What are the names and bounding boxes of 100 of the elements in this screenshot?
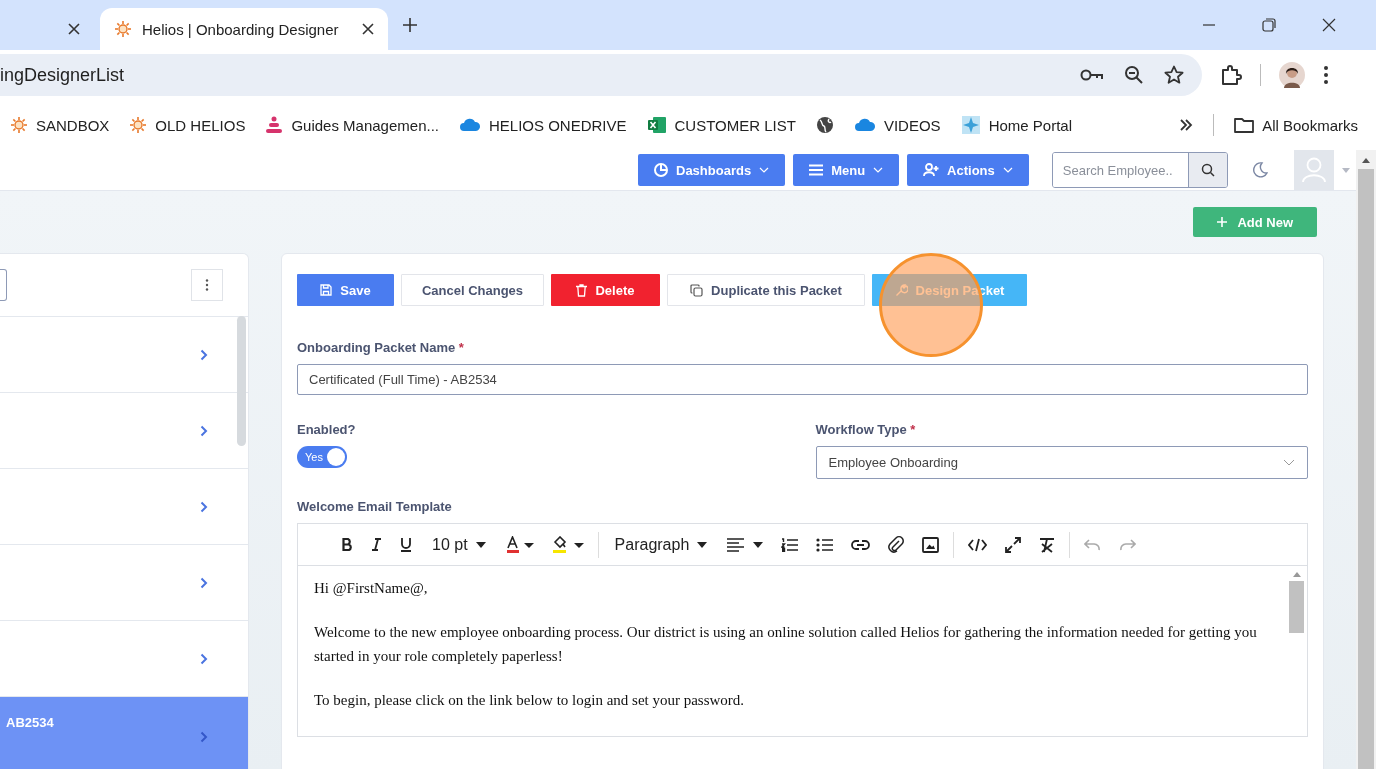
underline-icon <box>400 537 412 552</box>
dots-icon <box>265 116 284 134</box>
filter-field[interactable] <box>0 269 7 301</box>
bookmark[interactable]: HELIOS ONEDRIVE <box>459 116 627 134</box>
email-paragraph: Welcome to the new employee onboarding process. Our district is using an online solution called Helios for gathering the information needed for getting you started in your role completely paperless! <box>314 623 1258 666</box>
scrollbar[interactable] <box>1356 150 1376 769</box>
chevron-right-icon <box>200 576 208 589</box>
user-icon <box>1301 157 1326 183</box>
wrench-icon <box>894 283 908 297</box>
bookmark-label: SANDBOX <box>36 116 110 134</box>
bookmark[interactable]: Home Portal <box>960 115 1072 135</box>
close-icon[interactable] <box>362 23 374 35</box>
chevron-down-icon <box>759 167 770 173</box>
close-icon[interactable] <box>68 23 80 35</box>
scrollbar[interactable] <box>237 316 246 446</box>
bold-icon <box>342 538 353 551</box>
more-icon[interactable] <box>1323 65 1329 85</box>
action-button[interactable]: Cancel Changes <box>401 274 544 306</box>
redo-icon <box>1119 538 1137 551</box>
caret-icon <box>697 541 708 548</box>
restore-icon[interactable] <box>1262 18 1276 32</box>
enabled-toggle[interactable]: Yes <box>297 446 347 468</box>
code-icon <box>968 537 988 552</box>
bookmark[interactable]: SANDBOX <box>10 116 110 134</box>
field-label: Onboarding Packet Name * <box>297 340 465 355</box>
plus-icon <box>1217 217 1228 227</box>
folder-icon <box>1234 117 1255 133</box>
zoom-icon[interactable] <box>1124 65 1144 85</box>
bullet-list-icon <box>816 537 834 552</box>
close-icon[interactable] <box>1322 18 1336 32</box>
scroll-up-icon <box>1292 572 1301 577</box>
search-field[interactable]: Search Employee.. <box>1051 152 1228 188</box>
more-icon <box>205 279 209 291</box>
block-format-dropdown[interactable]: Paragraph <box>604 528 718 561</box>
italic-icon <box>371 538 382 551</box>
chevron-down-icon <box>873 167 884 173</box>
cloud-icon <box>853 118 876 132</box>
bookmark[interactable]: CUSTOMER LIST <box>646 116 796 134</box>
chevron-right-icon <box>200 424 208 437</box>
action-button[interactable]: Duplicate this Packet <box>667 274 865 306</box>
key-icon[interactable] <box>1080 68 1104 82</box>
search-button[interactable] <box>1187 153 1227 187</box>
expand-icon <box>1005 536 1022 553</box>
puzzle-icon[interactable] <box>1220 64 1242 86</box>
paperclip-icon <box>888 536 905 553</box>
field-label: Enabled? <box>297 422 357 437</box>
bookmark-label: All Bookmarks <box>1262 116 1358 134</box>
spreadsheet-icon <box>646 116 667 134</box>
chevrons-icon[interactable] <box>1179 119 1194 131</box>
chevron-right-icon <box>200 652 208 665</box>
field-label: Welcome Email Template <box>297 499 453 514</box>
search-icon <box>1200 163 1215 177</box>
cloud-icon <box>459 118 481 132</box>
image-icon <box>922 536 940 553</box>
bookmark-label: VIDEOS <box>883 116 941 134</box>
bookmark[interactable] <box>815 116 834 134</box>
numbered-list-icon <box>781 537 799 552</box>
caret-icon <box>475 541 486 548</box>
chevron-right-icon <box>200 500 208 513</box>
globe-icon <box>815 116 834 134</box>
trash-icon <box>576 283 588 297</box>
bookmark-label: Home Portal <box>988 116 1072 134</box>
star-icon <box>960 115 981 135</box>
browser-tab[interactable]: Helios | Onboarding Designer <box>100 8 388 50</box>
action-button[interactable]: Delete <box>551 274 660 306</box>
rich-text-editor[interactable] <box>297 523 1308 737</box>
address-bar[interactable]: ingDesignerList <box>0 54 1202 96</box>
field-label: Workflow Type * <box>815 422 917 437</box>
bookmark[interactable]: OLD HELIOS <box>129 116 246 134</box>
nav-button[interactable]: Actions <box>907 154 1029 186</box>
email-paragraph: To begin, please click on the link below to login and set your password. <box>314 691 746 710</box>
sun-icon <box>129 116 148 134</box>
avatar-icon[interactable] <box>1279 62 1305 88</box>
star-icon[interactable] <box>1164 65 1184 85</box>
chevron-down-icon <box>1283 459 1295 466</box>
text-color-icon <box>505 535 534 554</box>
action-button[interactable]: Save <box>297 274 394 306</box>
sun-icon <box>114 20 132 38</box>
font-size-dropdown[interactable]: 10 pt <box>422 528 496 561</box>
tab-title: Helios | Onboarding Designer <box>142 20 340 38</box>
copy-icon <box>690 283 704 297</box>
sun-icon <box>10 116 28 134</box>
undo-icon <box>1084 538 1102 551</box>
list-item-label: AB2534 <box>6 715 54 730</box>
workflow-select[interactable]: Employee Onboarding <box>815 446 1308 479</box>
pie-chart-icon <box>654 163 668 177</box>
link-icon <box>851 539 871 550</box>
packet-name-field[interactable]: Certificated (Full Time) - AB2534 <box>297 364 1308 395</box>
bookmark-label: CUSTOMER LIST <box>674 116 796 134</box>
nav-button[interactable]: Menu <box>793 154 900 186</box>
new-tab-icon[interactable] <box>402 17 418 33</box>
nav-button[interactable]: Dashboards <box>638 154 786 186</box>
email-paragraph: Hi @FirstName@, <box>314 579 429 598</box>
moon-icon[interactable] <box>1251 162 1268 178</box>
chevron-down-icon <box>1002 167 1013 173</box>
bookmark[interactable]: All Bookmarks <box>1234 116 1358 134</box>
chevron-right-icon <box>200 348 208 361</box>
bookmark-label: HELIOS ONEDRIVE <box>489 116 627 134</box>
bookmark[interactable]: VIDEOS <box>853 116 941 134</box>
clear-format-icon <box>1039 536 1056 553</box>
